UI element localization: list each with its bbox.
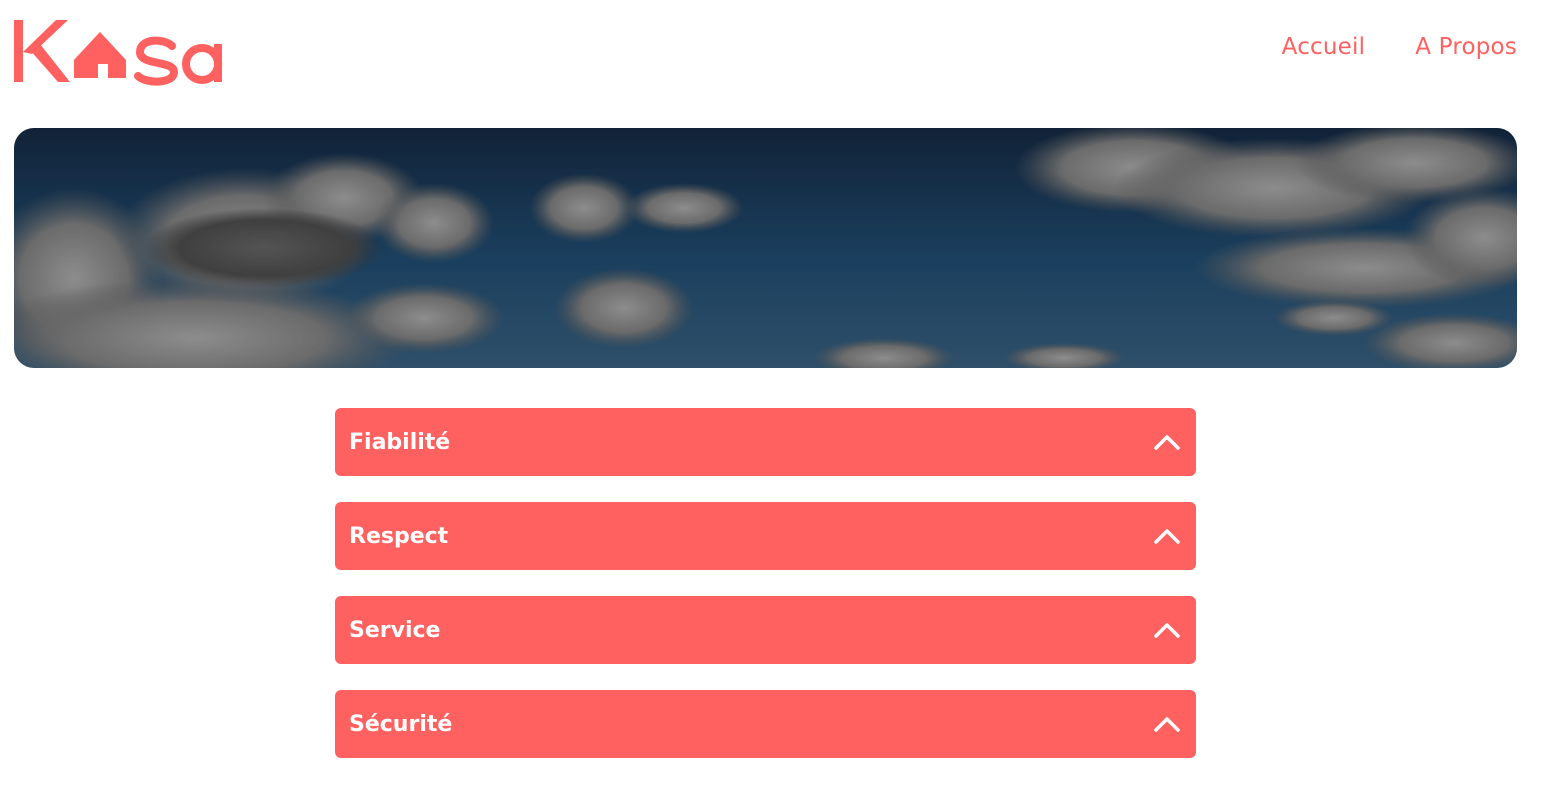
accordion-title: Fiabilité [349, 429, 451, 455]
header: Accueil A Propos [0, 0, 1550, 110]
values-accordion: Fiabilité Respect Service Sécurité [335, 408, 1196, 784]
main-nav: Accueil A Propos [1282, 34, 1517, 60]
banner-image [14, 128, 1517, 368]
chevron-up-icon[interactable] [1152, 620, 1182, 640]
accordion-item-respect[interactable]: Respect [335, 502, 1196, 570]
accordion-item-service[interactable]: Service [335, 596, 1196, 664]
accordion-item-fiabilite[interactable]: Fiabilité [335, 408, 1196, 476]
nav-link-accueil[interactable]: Accueil [1282, 34, 1366, 60]
accordion-title: Respect [349, 523, 449, 549]
accordion-title: Sécurité [349, 711, 453, 737]
chevron-up-icon[interactable] [1152, 714, 1182, 734]
accordion-item-securite[interactable]: Sécurité [335, 690, 1196, 758]
kasa-logo[interactable] [12, 14, 232, 90]
chevron-up-icon[interactable] [1152, 432, 1182, 452]
nav-link-a-propos[interactable]: A Propos [1415, 34, 1517, 60]
accordion-title: Service [349, 617, 441, 643]
chevron-up-icon[interactable] [1152, 526, 1182, 546]
